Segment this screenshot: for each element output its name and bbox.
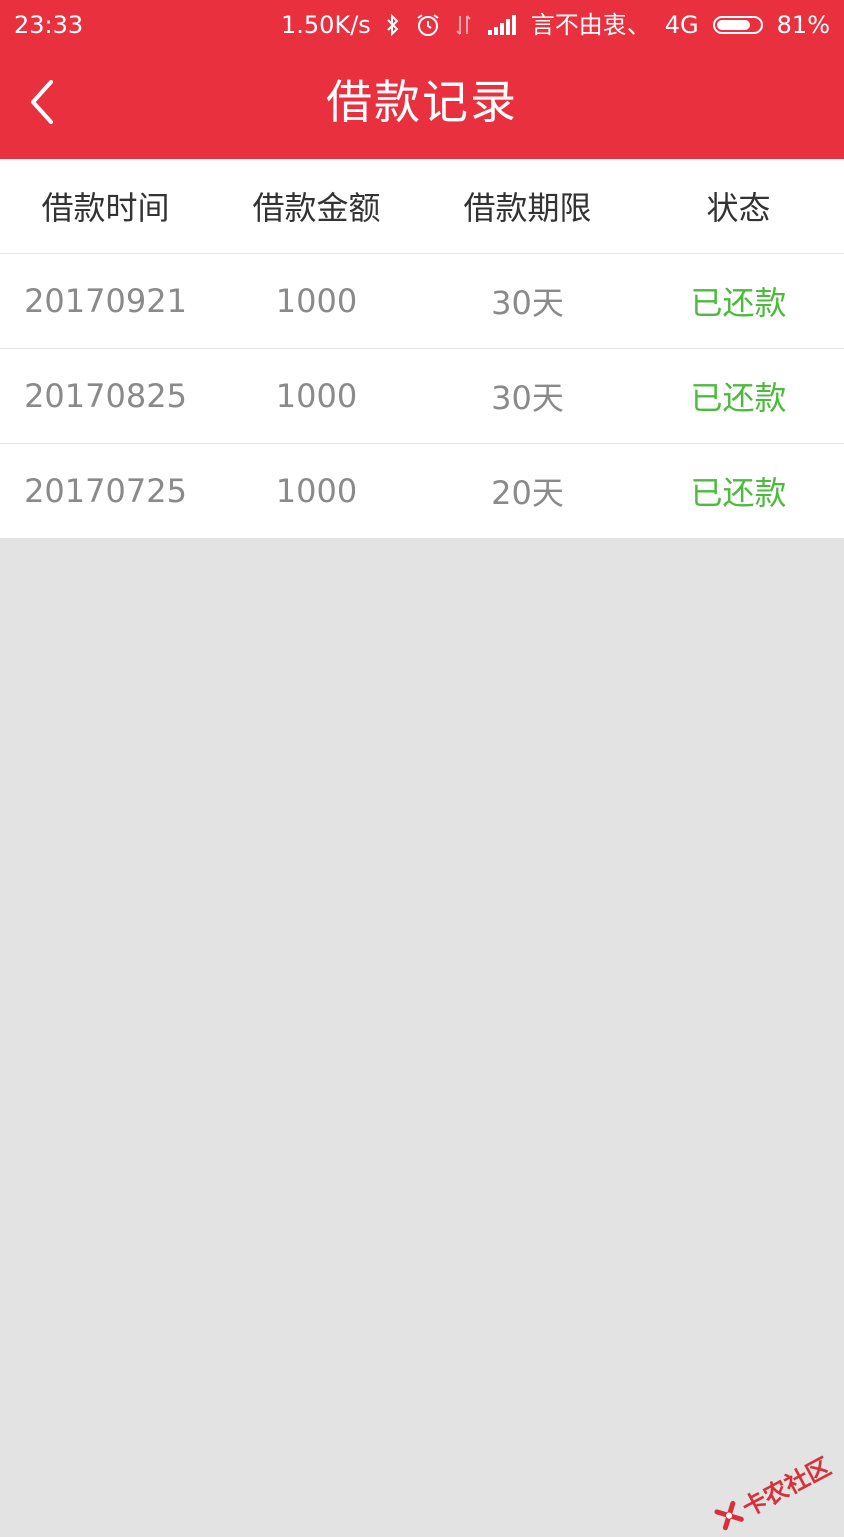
column-header-status: 状态 xyxy=(706,189,771,227)
carrier-name: 言不由衷、 xyxy=(530,11,651,39)
loan-date: 20170825 xyxy=(24,377,187,415)
battery-percent: 81% xyxy=(776,11,830,39)
table-header: 借款时间 借款金额 借款期限 状态 xyxy=(0,159,844,254)
loan-status: 已还款 xyxy=(690,284,787,322)
battery-icon xyxy=(712,16,763,34)
status-indicators: 1.50K/s 言不由衷、 4G 81% xyxy=(281,0,830,50)
loan-term: 30天 xyxy=(491,379,564,417)
table-row[interactable]: 20170825 1000 30天 已还款 xyxy=(0,349,844,444)
bluetooth-icon xyxy=(385,13,401,37)
watermark-logo: 卡农社区 xyxy=(710,1447,836,1536)
watermark-text: 卡农社区 xyxy=(737,1452,836,1523)
net-speed: 1.50K/s xyxy=(281,11,371,39)
status-time: 23:33 xyxy=(14,11,84,39)
data-transfer-icon xyxy=(455,13,473,37)
status-bar: 23:33 1.50K/s 言不由衷、 4G 81% xyxy=(0,0,844,50)
loan-term: 30天 xyxy=(491,284,564,322)
signal-icon xyxy=(487,14,517,36)
table-row[interactable]: 20170725 1000 20天 已还款 xyxy=(0,444,844,538)
loan-date: 20170921 xyxy=(24,282,187,320)
loan-amount: 1000 xyxy=(275,472,358,510)
column-header-date: 借款时间 xyxy=(41,189,170,227)
loan-amount: 1000 xyxy=(275,377,358,415)
column-header-amount: 借款金额 xyxy=(252,189,381,227)
loan-term: 20天 xyxy=(491,474,564,512)
page-title: 借款记录 xyxy=(326,75,518,129)
network-type: 4G xyxy=(664,11,699,39)
loan-records-table: 借款时间 借款金额 借款期限 状态 20170921 1000 30天 已还款 … xyxy=(0,159,844,538)
battery-level xyxy=(716,20,750,30)
table-row[interactable]: 20170921 1000 30天 已还款 xyxy=(0,254,844,349)
loan-date: 20170725 xyxy=(24,472,187,510)
loan-amount: 1000 xyxy=(275,282,358,320)
nav-bar: 借款记录 xyxy=(0,50,844,159)
column-header-term: 借款期限 xyxy=(463,189,592,227)
loan-status: 已还款 xyxy=(690,474,787,512)
app-header: 23:33 1.50K/s 言不由衷、 4G 81% 借款记录 xyxy=(0,0,844,159)
loan-status: 已还款 xyxy=(690,379,787,417)
alarm-icon xyxy=(415,12,441,38)
